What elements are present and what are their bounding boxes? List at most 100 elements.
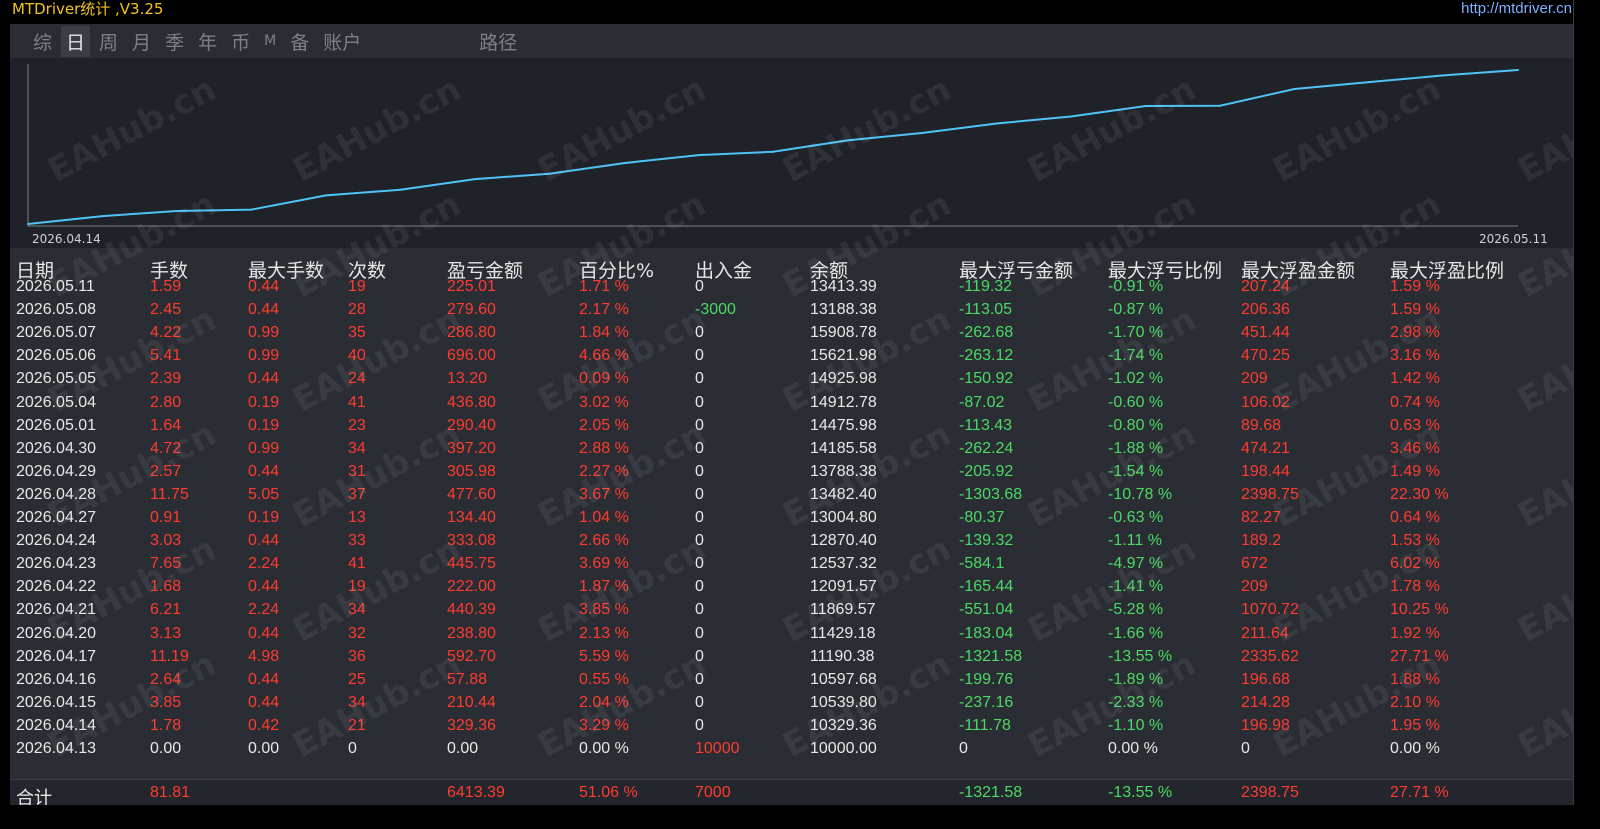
table-cell: -111.78 bbox=[959, 716, 1011, 734]
total-cell: -13.55 % bbox=[1108, 784, 1173, 801]
table-cell: 0 bbox=[959, 740, 968, 757]
table-cell: 5.05 bbox=[248, 485, 280, 503]
table-total-row: 合计 81.81 6413.39 51.06 % 7000 -1321.58 -13.55 … bbox=[10, 779, 1573, 808]
table-cell: 1070.72 bbox=[1241, 601, 1299, 619]
table-cell: 0.64 % bbox=[1390, 509, 1440, 526]
table-cell: -1.11 % bbox=[1108, 532, 1162, 550]
table-cell: 198.44 bbox=[1241, 462, 1290, 480]
equity-point bbox=[1070, 115, 1072, 118]
tab-2[interactable]: 周 bbox=[94, 26, 123, 57]
table-row[interactable]: 2026.04.21 6.21 2.24 34 440.39 3.85 % 0 11869.5… bbox=[10, 599, 1573, 622]
table-row[interactable]: 2026.04.20 3.13 0.44 32 238.80 2.13 % 0 11429.1… bbox=[10, 623, 1573, 646]
table-cell: 11429.18 bbox=[810, 624, 876, 642]
table-row[interactable]: 2026.05.01 1.64 0.19 23 290.40 2.05 % 0 14475.9… bbox=[10, 415, 1573, 438]
table-cell: 15621.98 bbox=[810, 347, 877, 365]
bottom-time-axis bbox=[0, 805, 1600, 829]
table-cell: -551.04 bbox=[959, 601, 1014, 619]
table-row[interactable]: 2026.05.07 4.22 0.99 35 286.80 1.84 % 0 15908.7… bbox=[10, 322, 1573, 345]
tab-8[interactable]: 备 bbox=[285, 26, 314, 57]
table-cell: 2026.05.06 bbox=[16, 347, 97, 365]
table-cell: 35 bbox=[348, 324, 366, 342]
table-cell: 3.46 % bbox=[1390, 439, 1440, 457]
table-row[interactable]: 2026.04.15 3.85 0.44 34 210.44 2.04 % 0 10539.8… bbox=[10, 692, 1573, 715]
table-row[interactable]: 2026.05.04 2.80 0.19 41 436.80 3.02 % 0 14912.7… bbox=[10, 392, 1573, 415]
table-cell: -205.92 bbox=[959, 462, 1014, 480]
chart-end-date: 2026.05.11 bbox=[1479, 232, 1548, 246]
table-cell: 2.45 bbox=[150, 301, 182, 319]
table-row[interactable]: 2026.04.17 11.19 4.98 36 592.70 5.59 % 0 11190.… bbox=[10, 646, 1573, 669]
table-row[interactable]: 2026.04.30 4.72 0.99 34 397.20 2.88 % 0 14185.5… bbox=[10, 438, 1573, 461]
tab-5[interactable]: 年 bbox=[193, 26, 222, 57]
chart-start-date: 2026.04.14 bbox=[32, 232, 101, 246]
table-cell: 196.98 bbox=[1241, 716, 1290, 734]
table-row[interactable]: 2026.04.22 1.68 0.44 19 222.00 1.87 % 0 12091.5… bbox=[10, 576, 1573, 599]
equity-chart bbox=[10, 58, 1573, 248]
table-row[interactable]: 2026.04.28 11.75 5.05 37 477.60 3.67 % 0 13482.… bbox=[10, 484, 1573, 507]
table-cell: 13788.38 bbox=[810, 462, 877, 480]
table-row[interactable]: 2026.04.27 0.91 0.19 13 134.40 1.04 % 0 13004.8… bbox=[10, 507, 1573, 530]
table-cell: 10000.00 bbox=[810, 740, 877, 757]
table-cell: 13413.39 bbox=[810, 278, 877, 295]
table-cell: 470.25 bbox=[1241, 347, 1290, 365]
tab-1[interactable]: 日 bbox=[61, 25, 91, 57]
table-cell: -0.87 % bbox=[1108, 301, 1164, 319]
table-cell: 14185.58 bbox=[810, 439, 877, 457]
table-cell: 2.98 % bbox=[1390, 324, 1440, 342]
table-cell: 3.85 % bbox=[579, 601, 629, 619]
table-cell: 333.08 bbox=[447, 532, 496, 550]
table-cell: -139.32 bbox=[959, 532, 1014, 550]
table-cell: 0 bbox=[695, 416, 704, 434]
table-row[interactable]: 2026.04.14 1.78 0.42 21 329.36 3.29 % 0 10329.3… bbox=[10, 715, 1573, 738]
table-row[interactable]: 2026.05.06 5.41 0.99 40 696.00 4.66 % 0 15621.9… bbox=[10, 345, 1573, 368]
table-row[interactable]: 2026.04.23 7.65 2.24 41 445.75 3.69 % 0 12537.3… bbox=[10, 553, 1573, 576]
equity-point bbox=[1293, 88, 1296, 91]
website-link[interactable]: http://mtdriver.cn bbox=[1461, 0, 1572, 18]
table-cell: 0 bbox=[695, 647, 704, 665]
table-row[interactable]: 2026.04.13 0.00 0.00 0 0.00 0.00 % 10000 10000.… bbox=[10, 738, 1573, 761]
total-cell: 27.71 % bbox=[1390, 784, 1449, 801]
table-cell: 1.95 % bbox=[1390, 716, 1440, 734]
table-cell: 209 bbox=[1241, 370, 1268, 388]
table-cell: 0.09 % bbox=[579, 370, 629, 388]
table-cell: 2026.04.15 bbox=[16, 693, 97, 711]
table-cell: 0 bbox=[695, 601, 704, 619]
equity-point bbox=[101, 215, 104, 218]
table-cell: 3.69 % bbox=[579, 555, 629, 573]
table-cell: 0 bbox=[695, 670, 704, 688]
table-cell: 0.44 bbox=[248, 278, 280, 295]
tab-7[interactable]: M bbox=[259, 31, 281, 51]
table-cell: 0 bbox=[695, 347, 704, 365]
table-cell: 40 bbox=[348, 347, 366, 365]
table-row[interactable]: 2026.05.08 2.45 0.44 28 279.60 2.17 % -3000 131… bbox=[10, 299, 1573, 322]
table-cell: 0.44 bbox=[248, 301, 280, 319]
table-row[interactable]: 2026.04.29 2.57 0.44 31 305.98 2.27 % 0 13788.3… bbox=[10, 461, 1573, 484]
tab-0[interactable]: 综 bbox=[28, 26, 57, 57]
table-cell: 0.99 bbox=[248, 347, 280, 365]
table-cell: 3.67 % bbox=[579, 485, 629, 503]
table-cell: 0.44 bbox=[248, 578, 280, 596]
table-row[interactable]: 2026.05.11 1.59 0.44 19 225.01 1.71 % 0 13413.3… bbox=[10, 276, 1573, 299]
tab-3[interactable]: 月 bbox=[127, 26, 156, 57]
equity-point bbox=[846, 139, 849, 142]
tab-4[interactable]: 季 bbox=[160, 26, 189, 57]
equity-point bbox=[995, 122, 998, 125]
table-row[interactable]: 2026.05.05 2.39 0.44 24 13.20 0.09 % 0 14925.98… bbox=[10, 368, 1573, 391]
table-cell: 28 bbox=[348, 301, 366, 319]
table-cell: 696.00 bbox=[447, 347, 496, 365]
table-cell: 3.85 bbox=[150, 693, 182, 711]
table-cell: 0.44 bbox=[248, 693, 280, 711]
table-cell: 6.02 % bbox=[1390, 555, 1440, 573]
table-cell: 14912.78 bbox=[810, 393, 877, 411]
table-row[interactable]: 2026.04.16 2.64 0.44 25 57.88 0.55 % 0 10597.68… bbox=[10, 669, 1573, 692]
table-cell: 34 bbox=[348, 439, 366, 457]
table-cell: 32 bbox=[348, 624, 366, 642]
table-cell: 12091.57 bbox=[810, 578, 877, 596]
table-row[interactable]: 2026.04.24 3.03 0.44 33 333.08 2.66 % 0 12870.4… bbox=[10, 530, 1573, 553]
table-cell: 0.91 bbox=[150, 509, 182, 526]
tab-9[interactable]: 账户 bbox=[318, 26, 366, 57]
table-cell: -1.02 % bbox=[1108, 370, 1164, 388]
tab-6[interactable]: 币 bbox=[226, 26, 255, 57]
equity-point bbox=[772, 150, 774, 153]
table-cell: 10.25 % bbox=[1390, 601, 1449, 619]
tab-10[interactable]: 路径 bbox=[474, 26, 522, 57]
